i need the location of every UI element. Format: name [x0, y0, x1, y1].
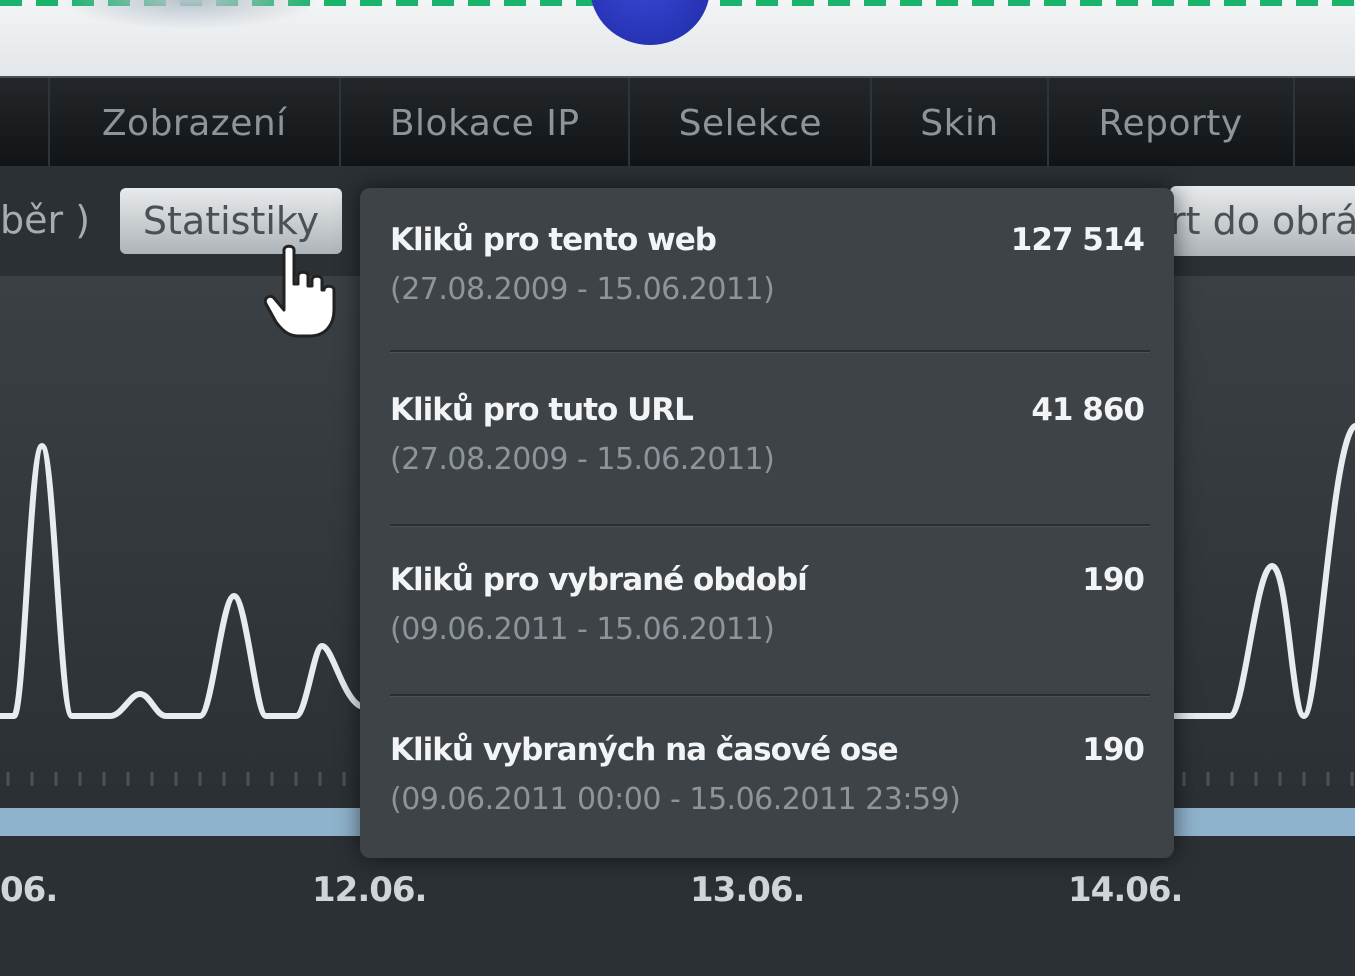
- stat-row: Kliků pro vybrané období (09.06.2011 - 1…: [390, 528, 1150, 698]
- page-header-strip: [0, 0, 1355, 76]
- stat-value: 41 860: [1031, 392, 1145, 428]
- stat-label: Kliků vybraných na časové ose: [390, 732, 899, 768]
- stat-row: Kliků vybraných na časové ose (09.06.201…: [390, 698, 1150, 868]
- divider: [390, 694, 1150, 697]
- export-button-label: rt do obrá: [1170, 199, 1355, 243]
- main-navigation: Zobrazení Blokace IP Selekce Skin Report…: [0, 76, 1355, 168]
- stat-row: Kliků pro tuto URL (27.08.2009 - 15.06.2…: [390, 358, 1150, 528]
- selection-label: běr ): [0, 198, 91, 242]
- date-label: 06.: [0, 870, 58, 910]
- stat-value: 190: [1082, 562, 1145, 598]
- tab-partial-left[interactable]: [0, 78, 50, 168]
- tab-selekce[interactable]: Selekce: [630, 78, 873, 168]
- stat-value: 190: [1082, 732, 1145, 768]
- tab-blokace-ip[interactable]: Blokace IP: [341, 78, 631, 168]
- tab-partial-right[interactable]: [1295, 78, 1355, 168]
- header-graphic: [60, 0, 320, 30]
- traffic-line-right: [1171, 423, 1355, 720]
- traffic-line-left: [0, 442, 363, 719]
- divider: [390, 350, 1150, 353]
- logo-graphic: [590, 0, 710, 45]
- stat-label: Kliků pro tento web: [390, 222, 717, 258]
- stat-range: (27.08.2009 - 15.06.2011): [390, 442, 775, 477]
- stat-range: (09.06.2011 - 15.06.2011): [390, 612, 775, 647]
- date-label: 13.06.: [690, 870, 805, 910]
- stat-label: Kliků pro tuto URL: [390, 392, 694, 428]
- hand-pointer-icon: [263, 244, 336, 344]
- date-label: 12.06.: [312, 870, 427, 910]
- stat-range: (27.08.2009 - 15.06.2011): [390, 272, 775, 307]
- tab-skin[interactable]: Skin: [872, 78, 1049, 168]
- stat-value: 127 514: [1010, 222, 1145, 258]
- export-button[interactable]: rt do obrá: [1170, 186, 1355, 256]
- statistics-popup: Kliků pro tento web (27.08.2009 - 15.06.…: [360, 188, 1174, 858]
- tab-zobrazeni[interactable]: Zobrazení: [50, 78, 341, 168]
- stat-label: Kliků pro vybrané období: [390, 562, 808, 598]
- divider: [390, 524, 1150, 527]
- stat-range: (09.06.2011 00:00 - 15.06.2011 23:59): [390, 782, 961, 817]
- stat-row: Kliků pro tento web (27.08.2009 - 15.06.…: [390, 188, 1150, 358]
- timeline-date-axis: 06. 12.06. 13.06. 14.06.: [0, 870, 1355, 930]
- tab-reporty[interactable]: Reporty: [1049, 78, 1295, 168]
- date-label: 14.06.: [1068, 870, 1183, 910]
